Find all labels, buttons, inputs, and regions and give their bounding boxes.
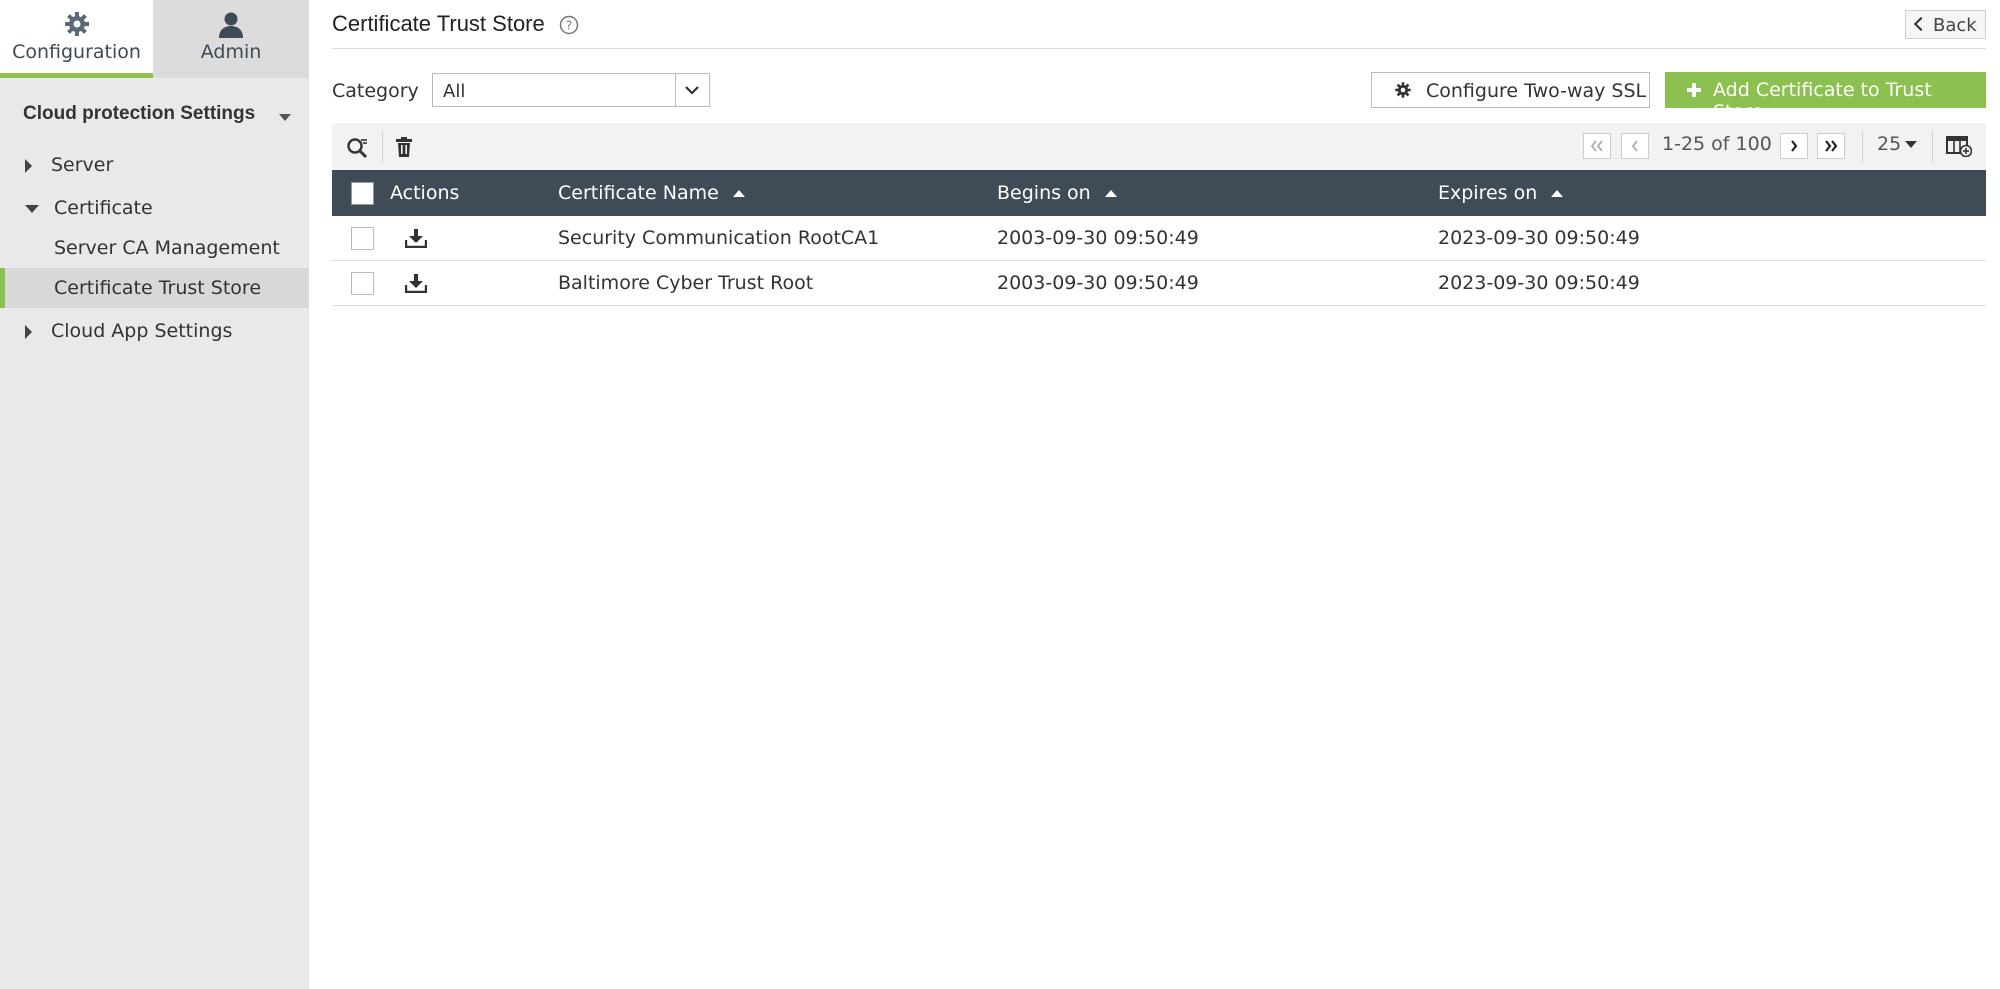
sort-asc-icon (1551, 190, 1564, 197)
caret-down-icon (1905, 141, 1918, 148)
cell-begins-on: 2003-09-30 09:50:49 (997, 227, 1199, 249)
configure-two-way-ssl-label: Configure Two-way SSL (1426, 80, 1647, 102)
column-header-label: Expires on (1438, 182, 1538, 204)
caret-right-icon (25, 325, 32, 339)
first-page-button[interactable] (1583, 133, 1611, 159)
plus-icon (1687, 83, 1701, 97)
category-select-value: All (443, 81, 466, 102)
gear-icon (1395, 82, 1411, 98)
caret-right-icon (25, 159, 32, 173)
sidebar-item-server-ca-management[interactable]: Server CA Management (0, 228, 309, 268)
table-header: Actions Certificate Name Begins on Expir… (332, 170, 1986, 216)
svg-text:?: ? (566, 19, 572, 33)
tab-configuration-label: Configuration (12, 41, 141, 63)
page-size-select[interactable]: 25 (1877, 133, 1918, 155)
configure-two-way-ssl-button[interactable]: Configure Two-way SSL (1371, 72, 1650, 108)
sidebar-item-label: Cloud App Settings (51, 320, 233, 342)
column-settings-icon[interactable] (1946, 135, 1972, 157)
sidebar-item-certificate[interactable]: Certificate (0, 188, 309, 228)
column-header-certificate-name[interactable]: Certificate Name (558, 182, 745, 204)
column-header-actions: Actions (390, 182, 460, 204)
tab-configuration[interactable]: Configuration (0, 0, 153, 78)
sidebar-section-header[interactable]: Cloud protection Settings (0, 96, 309, 136)
table-row[interactable]: Baltimore Cyber Trust Root 2003-09-30 09… (332, 261, 1986, 306)
tab-admin-label: Admin (200, 41, 262, 63)
search-filter-icon[interactable] (346, 137, 368, 159)
prev-page-button[interactable] (1621, 133, 1649, 159)
divider (1862, 131, 1863, 163)
sidebar-item-label: Certificate Trust Store (54, 277, 262, 299)
sidebar-section-title: Cloud protection Settings (23, 103, 256, 124)
caret-down-icon (25, 205, 39, 213)
caret-down-icon (279, 114, 291, 121)
add-certificate-label: Add Certificate to Trust Store (1713, 79, 1932, 123)
back-button-label: Back (1933, 15, 1977, 36)
dropdown-toggle[interactable] (675, 74, 709, 106)
page-title: Certificate Trust Store (332, 11, 545, 36)
cell-begins-on: 2003-09-30 09:50:49 (997, 272, 1199, 294)
category-select[interactable]: All (432, 73, 710, 107)
cell-expires-on: 2023-09-30 09:50:49 (1438, 272, 1640, 294)
category-label: Category (332, 80, 419, 102)
back-button[interactable]: Back (1905, 10, 1986, 39)
download-icon[interactable] (405, 273, 427, 293)
divider (382, 131, 383, 163)
double-chevron-right-icon (1825, 140, 1838, 152)
divider (1932, 131, 1933, 163)
select-all-checkbox[interactable] (351, 182, 374, 205)
chevron-left-icon (1913, 16, 1929, 32)
sort-asc-icon (732, 190, 745, 197)
chevron-down-icon (685, 86, 699, 95)
main-content: Certificate Trust Store ? Back Category … (332, 0, 2000, 989)
add-certificate-button[interactable]: Add Certificate to Trust Store (1665, 72, 1986, 123)
sidebar-item-server[interactable]: Server (0, 145, 309, 185)
user-icon (219, 12, 243, 38)
column-header-expires-on[interactable]: Expires on (1438, 182, 1564, 204)
grid-toolbar: 1-25 of 100 25 (332, 123, 1986, 170)
row-checkbox[interactable] (351, 227, 374, 250)
last-page-button[interactable] (1817, 133, 1845, 159)
sidebar: Configuration Admin Cloud protection Set… (0, 0, 309, 989)
cell-certificate-name: Baltimore Cyber Trust Root (558, 272, 814, 294)
double-chevron-left-icon (1590, 140, 1603, 152)
row-checkbox[interactable] (351, 272, 374, 295)
sidebar-item-cloud-app-settings[interactable]: Cloud App Settings (0, 311, 309, 351)
chevron-left-icon (1631, 140, 1638, 152)
chevron-right-icon (1791, 140, 1798, 152)
column-header-label: Certificate Name (558, 182, 719, 204)
cell-certificate-name: Security Communication RootCA1 (558, 227, 880, 249)
column-header-label: Begins on (997, 182, 1091, 204)
page-size-value: 25 (1877, 133, 1902, 155)
cell-expires-on: 2023-09-30 09:50:49 (1438, 227, 1640, 249)
help-icon[interactable]: ? (559, 15, 579, 35)
divider (332, 48, 1986, 49)
sidebar-item-label: Server CA Management (54, 237, 280, 259)
sort-asc-icon (1104, 190, 1117, 197)
sidebar-item-label: Server (51, 154, 114, 176)
pagination-range: 1-25 of 100 (1662, 133, 1772, 155)
table-row[interactable]: Security Communication RootCA1 2003-09-3… (332, 216, 1986, 261)
trash-icon[interactable] (396, 137, 412, 157)
sidebar-item-certificate-trust-store[interactable]: Certificate Trust Store (0, 268, 309, 308)
download-icon[interactable] (405, 228, 427, 248)
column-header-begins-on[interactable]: Begins on (997, 182, 1117, 204)
next-page-button[interactable] (1780, 133, 1808, 159)
sidebar-item-label: Certificate (54, 197, 153, 219)
top-nav: Configuration Admin (0, 0, 309, 78)
tab-admin[interactable]: Admin (153, 0, 309, 78)
gear-icon (64, 12, 89, 36)
